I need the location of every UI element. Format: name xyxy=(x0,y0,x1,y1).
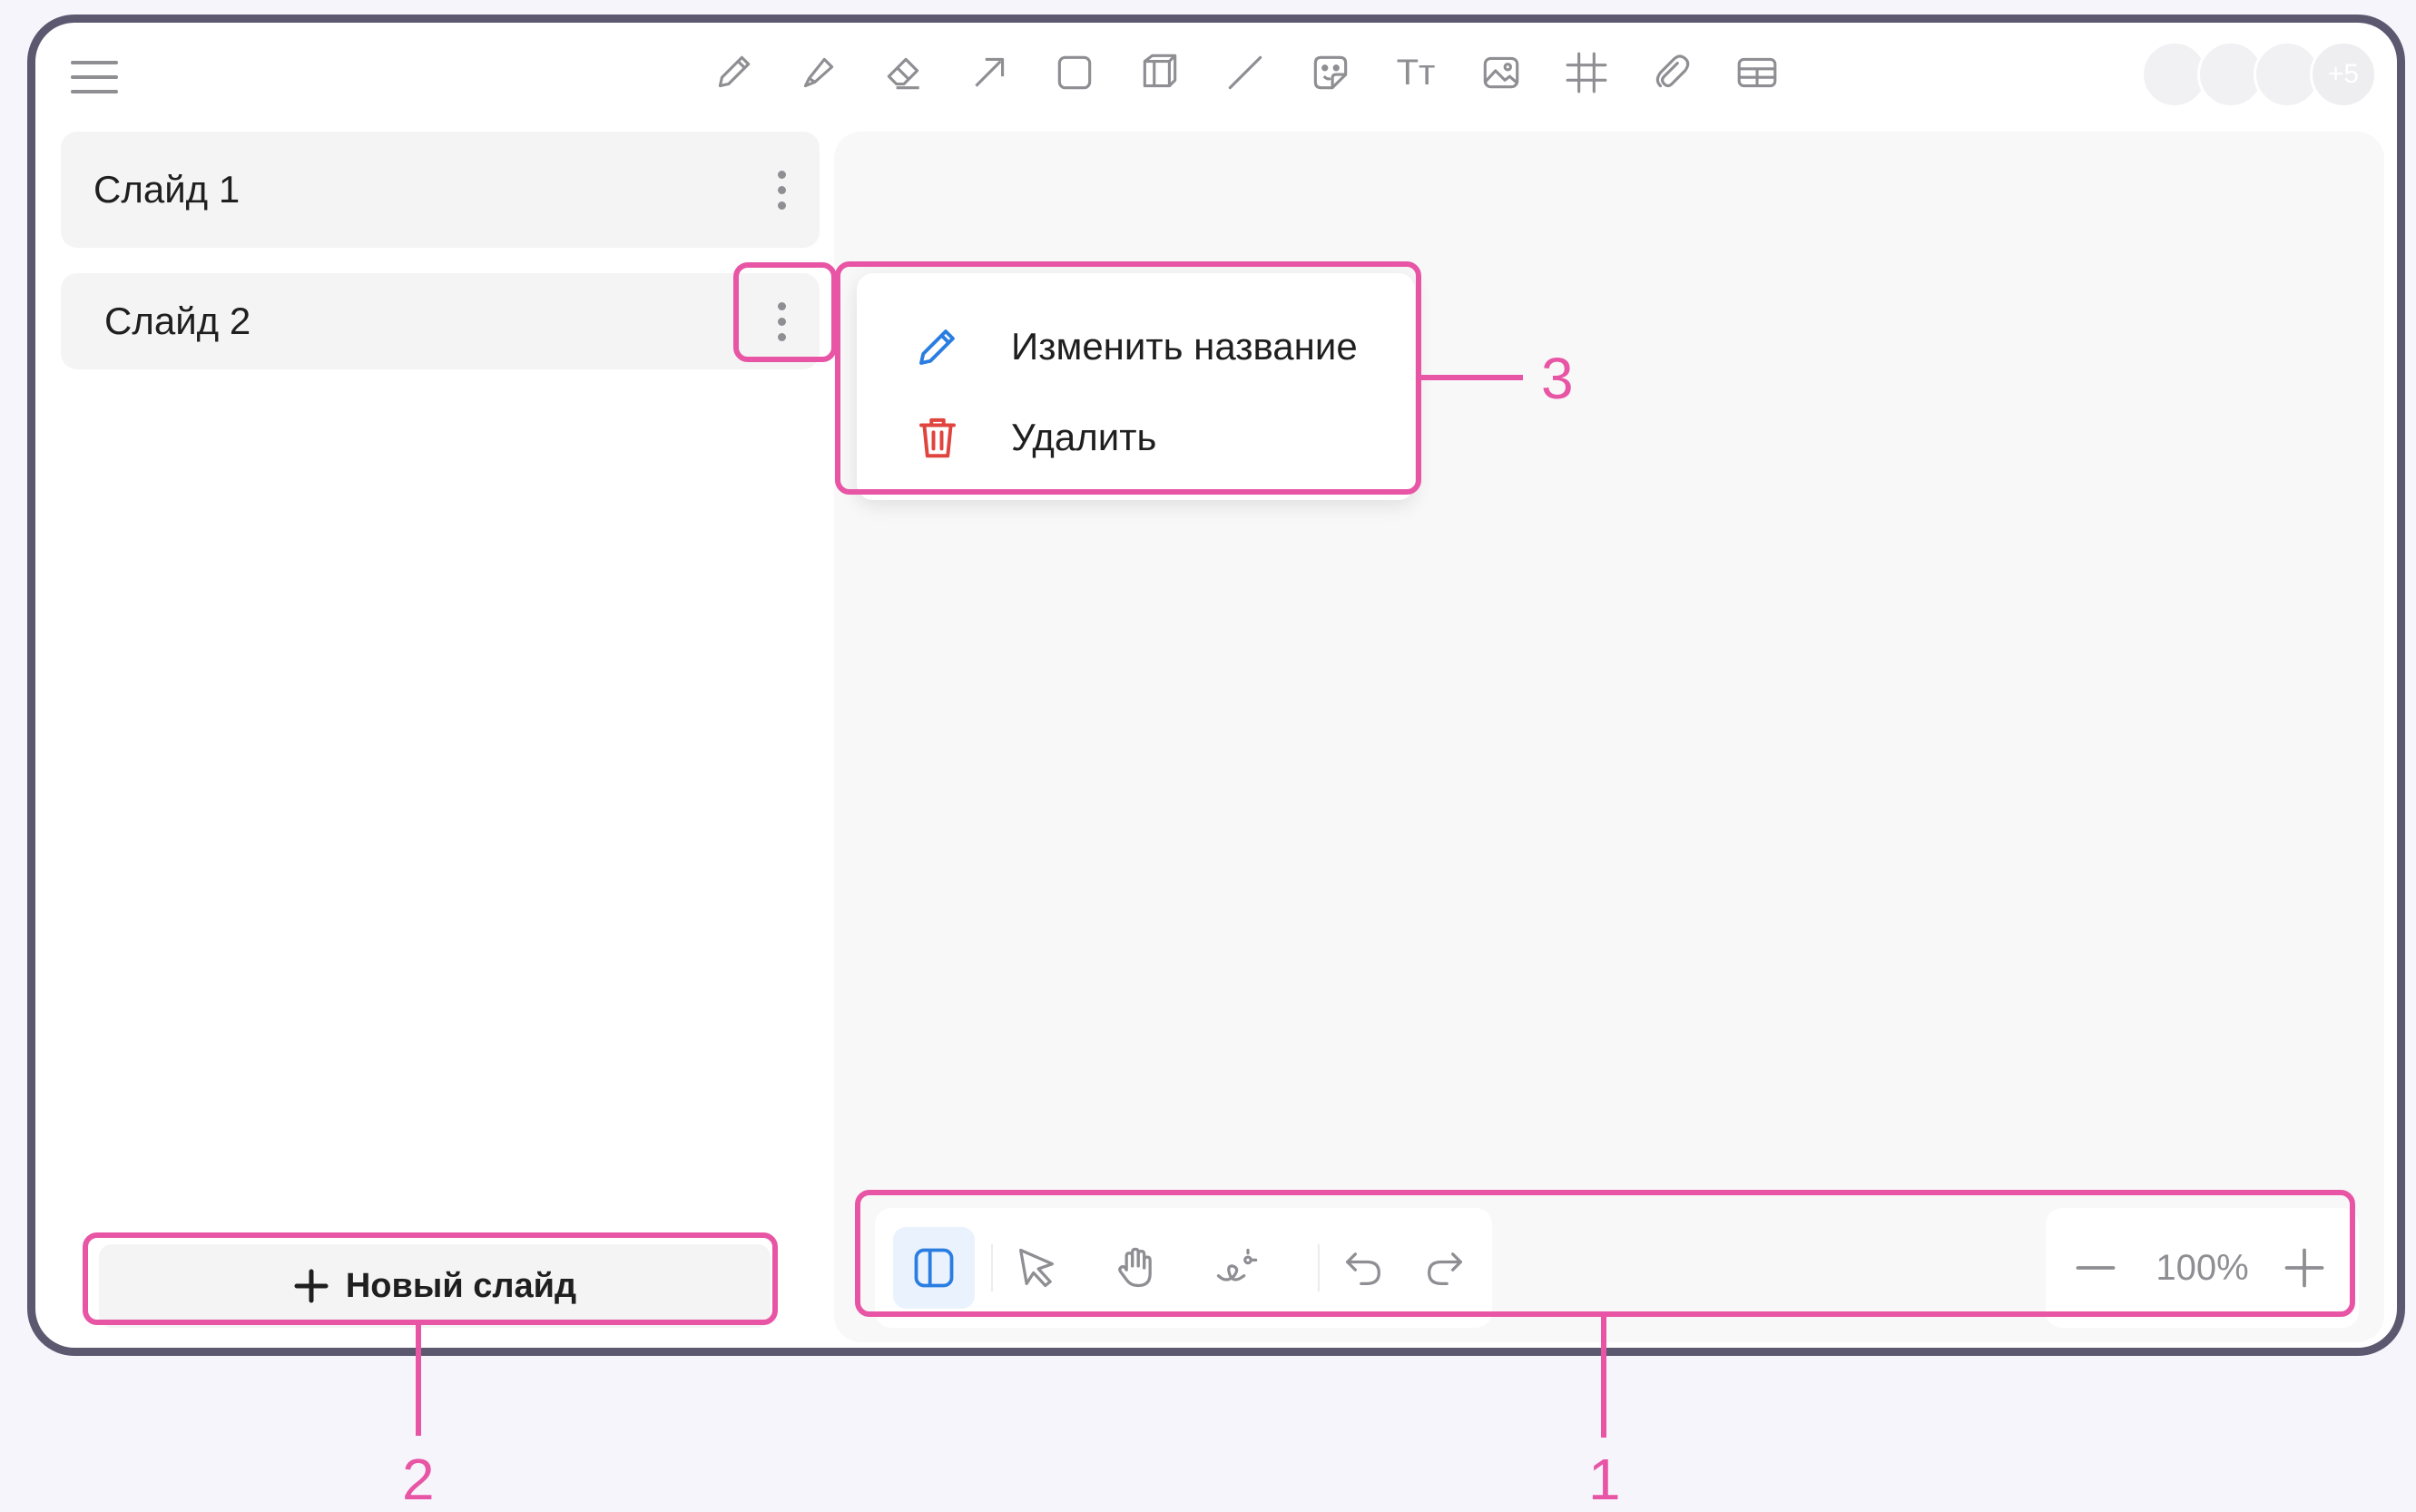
slide-item-2[interactable]: Слайд 2 xyxy=(61,273,820,369)
highlight-context-menu xyxy=(835,261,1421,495)
image-icon[interactable] xyxy=(1471,43,1531,103)
participants-avatars[interactable]: +5 xyxy=(2141,41,2377,113)
callout-number-2: 2 xyxy=(402,1447,435,1512)
callout-line-3 xyxy=(1421,375,1523,380)
slide-label: Слайд 1 xyxy=(93,168,241,211)
app-window: Tт +5 Слайд 1 Слайд 2 Новый слайд Измени… xyxy=(27,15,2405,1356)
marker-icon[interactable] xyxy=(789,43,849,103)
slide-item-1[interactable]: Слайд 1 xyxy=(61,132,820,248)
avatar-count: +5 xyxy=(2310,41,2377,108)
line-icon[interactable] xyxy=(1215,43,1275,103)
arrow-icon[interactable] xyxy=(959,43,1019,103)
slide-label: Слайд 2 xyxy=(104,299,251,342)
attachment-icon[interactable] xyxy=(1642,43,1702,103)
more-options-icon[interactable] xyxy=(763,162,800,217)
grid-icon[interactable] xyxy=(1557,43,1616,103)
sticker-icon[interactable] xyxy=(1301,43,1360,103)
highlight-more-options xyxy=(733,262,837,362)
text-icon[interactable]: Tт xyxy=(1386,43,1446,103)
pencil-icon[interactable] xyxy=(703,43,763,103)
table-icon[interactable] xyxy=(1727,43,1787,103)
rectangle-icon[interactable] xyxy=(1045,43,1105,103)
callout-number-3: 3 xyxy=(1541,346,1574,411)
text-icon-glyph: Tт xyxy=(1396,52,1436,93)
cube-icon[interactable] xyxy=(1130,43,1190,103)
menu-icon[interactable] xyxy=(70,57,119,97)
callout-line-2 xyxy=(416,1325,421,1436)
eraser-icon[interactable] xyxy=(874,43,934,103)
callout-number-1: 1 xyxy=(1588,1447,1621,1512)
drawing-toolbar: Tт xyxy=(703,43,1838,124)
highlight-new-slide xyxy=(83,1232,778,1325)
highlight-bottom-toolbar xyxy=(855,1190,2355,1317)
callout-line-1 xyxy=(1601,1317,1606,1438)
